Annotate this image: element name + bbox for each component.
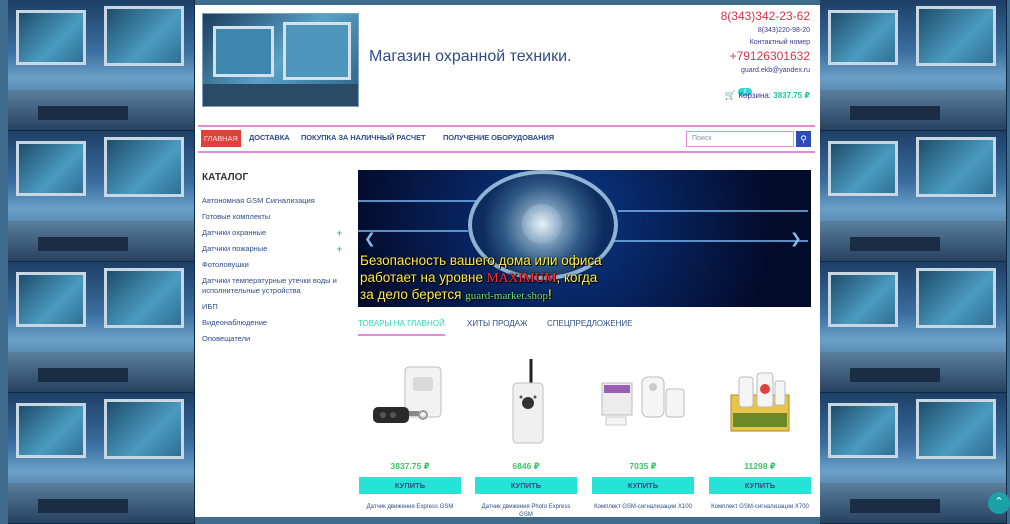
product-price: 3837.75 ₽ — [390, 461, 430, 471]
site-title: Магазин охранной техники. — [369, 48, 572, 65]
catalog-item[interactable]: Видеонаблюдение — [202, 318, 342, 328]
product-name[interactable]: Комплект GSM-сигнализации X100 — [592, 503, 694, 511]
product-name[interactable]: Датчик движения Express GSM — [359, 503, 461, 511]
tab-bestsellers[interactable]: ХИТЫ ПРОДАЖ — [467, 319, 527, 328]
background-tile — [8, 131, 195, 262]
catalog-item[interactable]: Оповещатели — [202, 334, 342, 344]
product-price: 6846 ₽ — [512, 461, 540, 471]
scroll-to-top-button[interactable]: ⌃ — [988, 492, 1010, 514]
product-card: 11298 ₽ КУПИТЬ Комплект GSM-сигнализации… — [709, 355, 811, 511]
nav-item-delivery[interactable]: ДОСТАВКА — [249, 133, 290, 142]
tab-featured[interactable]: ТОВАРЫ НА ГЛАВНОЙ — [358, 319, 445, 336]
catalog-item[interactable]: Готовые комплекты — [202, 212, 342, 222]
background-tile — [8, 393, 195, 524]
main-nav: ГЛАВНАЯ ДОСТАВКА ПОКУПКА ЗА НАЛИЧНЫЙ РАС… — [198, 125, 815, 153]
catalog-item[interactable]: Фотоловушки — [202, 260, 342, 270]
nav-item-cash-purchase[interactable]: ПОКУПКА ЗА НАЛИЧНЫЙ РАСЧЕТ — [301, 133, 426, 142]
expand-plus-icon[interactable]: + — [337, 244, 342, 254]
header-logo-image[interactable] — [202, 13, 359, 107]
buy-button[interactable]: КУПИТЬ — [475, 477, 577, 494]
contact-label: Контактный номер — [749, 39, 810, 46]
nav-item-home[interactable]: ГЛАВНАЯ — [201, 130, 241, 147]
product-price: 7035 ₽ — [629, 461, 657, 471]
product-card: 7035 ₽ КУПИТЬ Комплект GSM-сигнализации … — [592, 355, 694, 511]
product-card: 3837.75 ₽ КУПИТЬ Датчик движения Express… — [359, 355, 461, 511]
search-button[interactable]: ⚲ — [796, 131, 811, 147]
cart-total: 3837.75 ₽ — [773, 91, 810, 100]
catalog-item[interactable]: Автономная GSM Сигнализация — [202, 196, 342, 206]
catalog-item-label[interactable]: Датчики охранные — [202, 228, 266, 237]
email-link[interactable]: guard.ekb@yandex.ru — [721, 64, 810, 77]
cart-label: Корзина: — [738, 91, 772, 100]
buy-button[interactable]: КУПИТЬ — [592, 477, 694, 494]
tab-special-offer[interactable]: СПЕЦПРЕДЛОЖЕНИЕ — [547, 319, 633, 328]
buy-button[interactable]: КУПИТЬ — [709, 477, 811, 494]
catalog-item[interactable]: ИБП — [202, 302, 342, 312]
page-container: Магазин охранной техники. 8(343)342-23-6… — [195, 5, 820, 517]
product-card: 6846 ₽ КУПИТЬ Датчик движения Photo Expr… — [475, 355, 577, 517]
product-image[interactable] — [709, 355, 811, 455]
catalog-item-with-children[interactable]: Датчики пожарные + — [202, 244, 342, 254]
cart-icon: 🛒 — [724, 90, 737, 100]
promo-banner[interactable]: ❮ ❯ Безопасность вашего дома или офиса р… — [358, 170, 811, 307]
cart-link[interactable]: 🛒 Корзина: 3837.75 ₽ — [725, 90, 810, 101]
product-image[interactable] — [359, 355, 461, 455]
banner-slogan: Безопасность вашего дома или офиса работ… — [360, 252, 602, 305]
expand-plus-icon[interactable]: + — [337, 228, 342, 238]
buy-button[interactable]: КУПИТЬ — [359, 477, 461, 494]
catalog-list: Автономная GSM Сигнализация Готовые комп… — [202, 196, 342, 350]
banner-line-3: за дело берется guard-market.shop! — [360, 287, 552, 302]
background-tile — [820, 131, 1007, 262]
search-input[interactable]: Поиск — [686, 131, 794, 147]
banner-line-2: работает на уровне MAXIMUM, когда — [360, 270, 598, 285]
product-price: 11298 ₽ — [744, 461, 776, 471]
phone-secondary[interactable]: 8(343)220-98-20 — [721, 24, 810, 37]
chevron-up-icon: ⌃ — [994, 496, 1004, 508]
catalog-item-with-children[interactable]: Датчики охранные + — [202, 228, 342, 238]
background-tile — [820, 0, 1007, 131]
catalog-item[interactable]: Датчики температурные утечки воды и испо… — [202, 276, 342, 296]
phone-mobile[interactable]: +79126301632 — [721, 49, 810, 64]
product-name[interactable]: Датчик движения Photo Express GSM — [475, 503, 577, 517]
nav-item-receive-equipment[interactable]: ПОЛУЧЕНИЕ ОБОРУДОВАНИЯ — [443, 133, 554, 142]
product-name[interactable]: Комплект GSM-сигнализации X700 — [709, 503, 811, 511]
product-image[interactable] — [592, 355, 694, 455]
background-tile — [820, 393, 1007, 524]
product-image[interactable] — [475, 355, 577, 455]
background-tile — [820, 262, 1007, 393]
background-tile — [8, 0, 195, 131]
banner-prev-arrow-icon[interactable]: ❮ — [364, 230, 376, 247]
catalog-title: КАТАЛОГ — [202, 172, 249, 183]
contacts-block: 8(343)342-23-62 8(343)220-98-20 Контактн… — [721, 9, 810, 77]
banner-next-arrow-icon[interactable]: ❯ — [790, 230, 802, 247]
catalog-item-label[interactable]: Датчики пожарные — [202, 244, 267, 253]
search-icon: ⚲ — [800, 134, 807, 144]
background-tile — [8, 262, 195, 393]
phone-main[interactable]: 8(343)342-23-62 — [721, 9, 810, 24]
banner-line-1: Безопасность вашего дома или офиса — [360, 253, 602, 268]
